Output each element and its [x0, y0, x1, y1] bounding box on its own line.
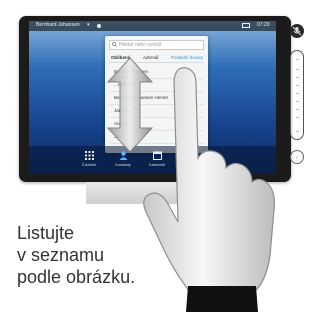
status-dot-icon — [97, 24, 101, 28]
search-input[interactable]: Hledat nebo vytočit — [109, 40, 204, 50]
user-name[interactable]: Bernhard Johansen — [36, 22, 80, 28]
microphone-icon — [292, 26, 302, 36]
battery-icon — [242, 23, 250, 28]
status-bar: Bernhard Johansen ▾ 07:29 — [29, 21, 276, 31]
mute-button[interactable] — [290, 24, 304, 38]
caption-line: v seznamu — [17, 245, 105, 265]
search-placeholder: Hledat nebo vytočit — [119, 42, 162, 48]
instruction-caption: Listujte v seznamu podle obrázku. — [17, 222, 167, 288]
clock: 07:29 — [257, 22, 270, 28]
caption-line: Listujte — [17, 223, 75, 243]
chevron-down-icon[interactable]: ▾ — [87, 22, 90, 28]
search-icon — [112, 42, 117, 47]
caption-line: podle obrázku. — [17, 267, 136, 287]
